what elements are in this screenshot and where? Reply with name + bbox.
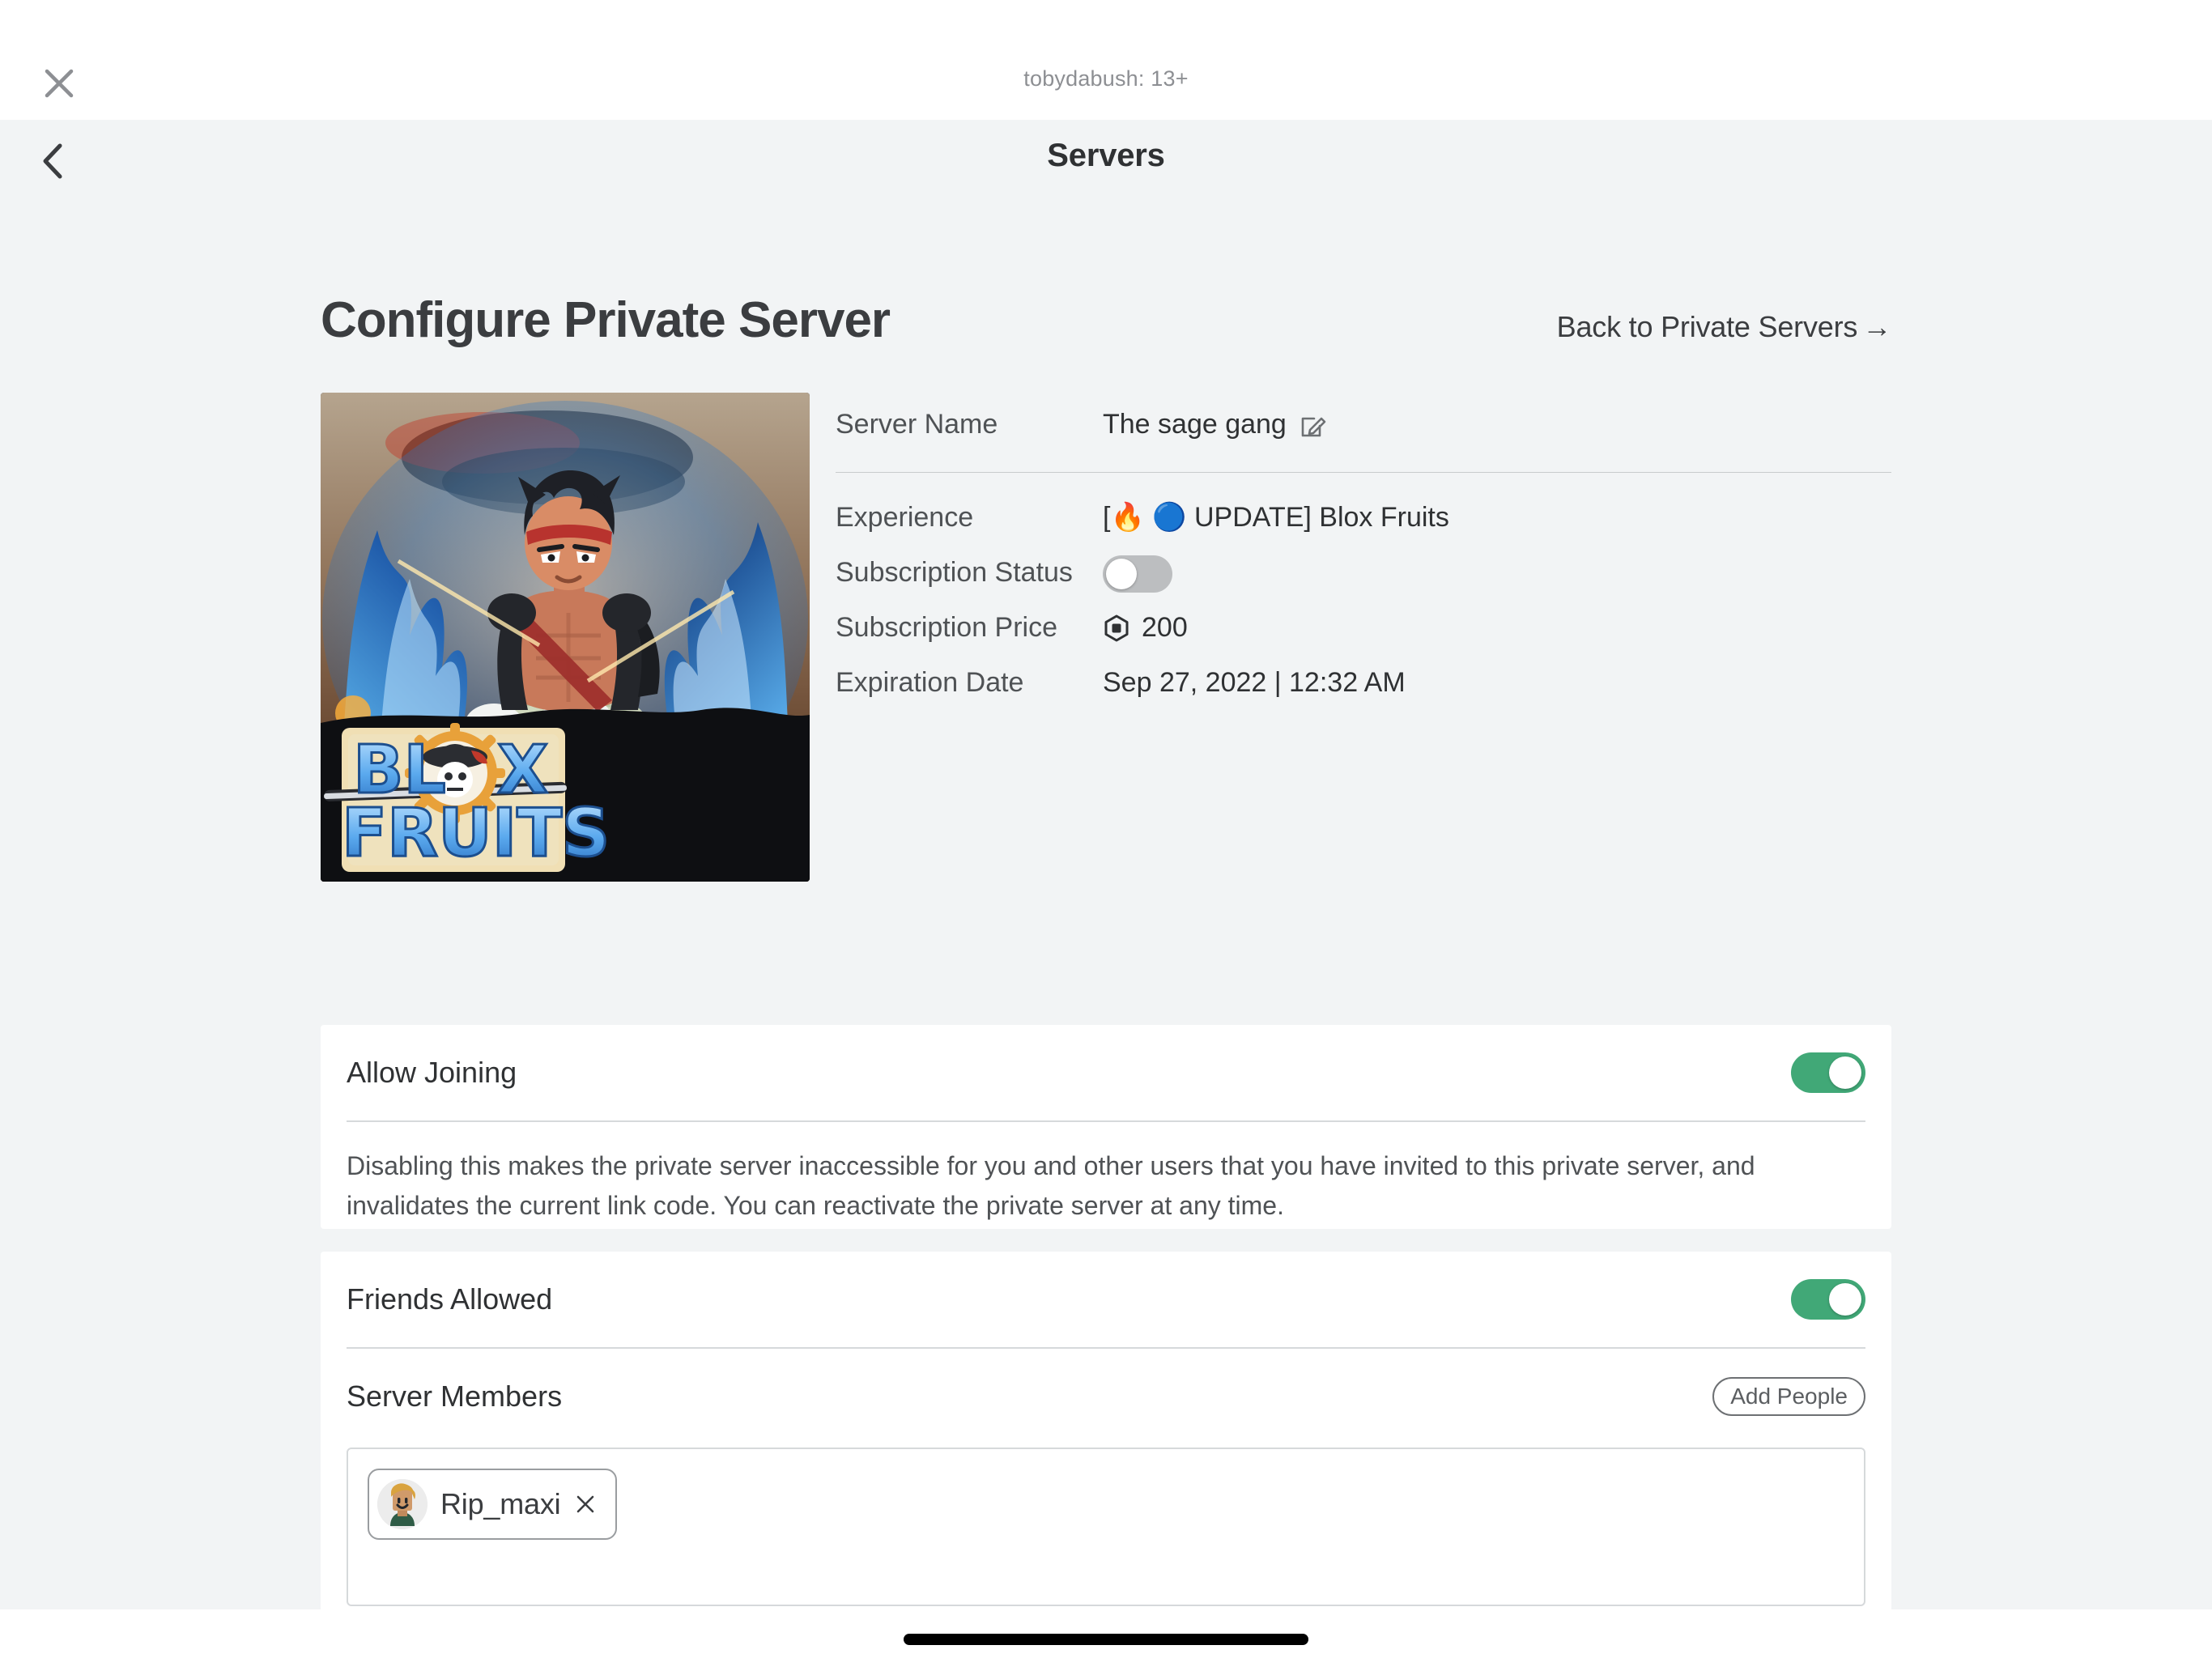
server-detail-list: Server Name The sage gang Experience [🔥 … [836, 393, 1891, 882]
page-header: Configure Private Server Back to Private… [321, 295, 1891, 346]
friends-allowed-card: Friends Allowed Server Members Add Peopl… [321, 1252, 1891, 1609]
allow-joining-toggle[interactable] [1791, 1052, 1865, 1093]
friends-allowed-toggle[interactable] [1791, 1279, 1865, 1320]
toggle-knob [1829, 1056, 1861, 1089]
friends-allowed-label: Friends Allowed [347, 1282, 553, 1316]
back-to-private-servers-link[interactable]: Back to Private Servers → [1556, 310, 1892, 344]
detail-row-experience: Experience [🔥 🔵 UPDATE] Blox Fruits [836, 494, 1891, 549]
detail-value-expiration-date: Sep 27, 2022 | 12:32 AM [1103, 667, 1406, 698]
os-bar-title: tobydabush: 13+ [1023, 66, 1189, 91]
allow-joining-label: Allow Joining [347, 1056, 517, 1089]
back-link-label: Back to Private Servers [1556, 310, 1858, 343]
bottom-bar [0, 1609, 2212, 1658]
toggle-knob [1829, 1283, 1861, 1316]
server-members-row: Server Members Add People [347, 1349, 1865, 1444]
arrow-right-icon: → [1862, 310, 1891, 343]
toggle-knob [1106, 559, 1137, 589]
subscription-status-toggle[interactable] [1103, 555, 1172, 593]
detail-label-expiration-date: Expiration Date [836, 667, 1024, 698]
page-nav-bar: Servers [0, 120, 2212, 203]
detail-value-subscription-price: 200 [1103, 604, 1891, 646]
home-indicator[interactable] [904, 1634, 1308, 1645]
detail-value-experience: [🔥 🔵 UPDATE] Blox Fruits [1103, 502, 1449, 533]
detail-row-subscription-status: Subscription Status [836, 549, 1891, 604]
friends-allowed-row: Friends Allowed [347, 1252, 1865, 1347]
server-name-text: The sage gang [1103, 409, 1287, 440]
allow-joining-card: Allow Joining Disabling this makes the p… [321, 1025, 1891, 1229]
remove-member-close-icon[interactable] [573, 1492, 598, 1516]
os-top-bar: tobydabush: 13+ [0, 0, 2212, 120]
server-members-label: Server Members [347, 1380, 563, 1413]
app-root: tobydabush: 13+ Servers Configure Privat… [0, 0, 2212, 1658]
detail-label-subscription-status: Subscription Status [836, 557, 1073, 588]
detail-row-expiration-date: Expiration Date Sep 27, 2022 | 12:32 AM [836, 659, 1891, 714]
detail-value-server-name: The sage gang [1103, 401, 1891, 443]
detail-row-server-name: Server Name The sage gang [836, 401, 1891, 456]
detail-label-server-name: Server Name [836, 409, 998, 440]
server-summary: BL X FRUITS Server Name The sage gang Ex… [321, 393, 1891, 882]
detail-divider [836, 472, 1891, 473]
page-title: Configure Private Server [321, 292, 891, 348]
member-name: Rip_maxi [440, 1487, 561, 1520]
detail-value-subscription-status [1103, 549, 1891, 593]
detail-label-subscription-price: Subscription Price [836, 612, 1058, 643]
avatar [377, 1479, 428, 1529]
member-chip[interactable]: Rip_maxi [368, 1469, 618, 1540]
content-area: Configure Private Server Back to Private… [0, 203, 2212, 1609]
nav-bar-title: Servers [1047, 138, 1165, 173]
subscription-price-text: 200 [1142, 612, 1188, 643]
server-members-list[interactable]: Rip_maxi [347, 1448, 1865, 1606]
add-people-button[interactable]: Add People [1712, 1377, 1865, 1416]
allow-joining-description: Disabling this makes the private server … [347, 1151, 1755, 1220]
edit-pencil-icon[interactable] [1298, 410, 1329, 440]
detail-row-subscription-price: Subscription Price 200 [836, 604, 1891, 659]
allow-joining-row: Allow Joining [347, 1025, 1865, 1120]
experience-thumbnail: BL X FRUITS [321, 393, 810, 882]
svg-text:FRUITS: FRUITS [342, 795, 610, 872]
robux-icon [1103, 614, 1130, 642]
detail-label-experience: Experience [836, 502, 974, 533]
